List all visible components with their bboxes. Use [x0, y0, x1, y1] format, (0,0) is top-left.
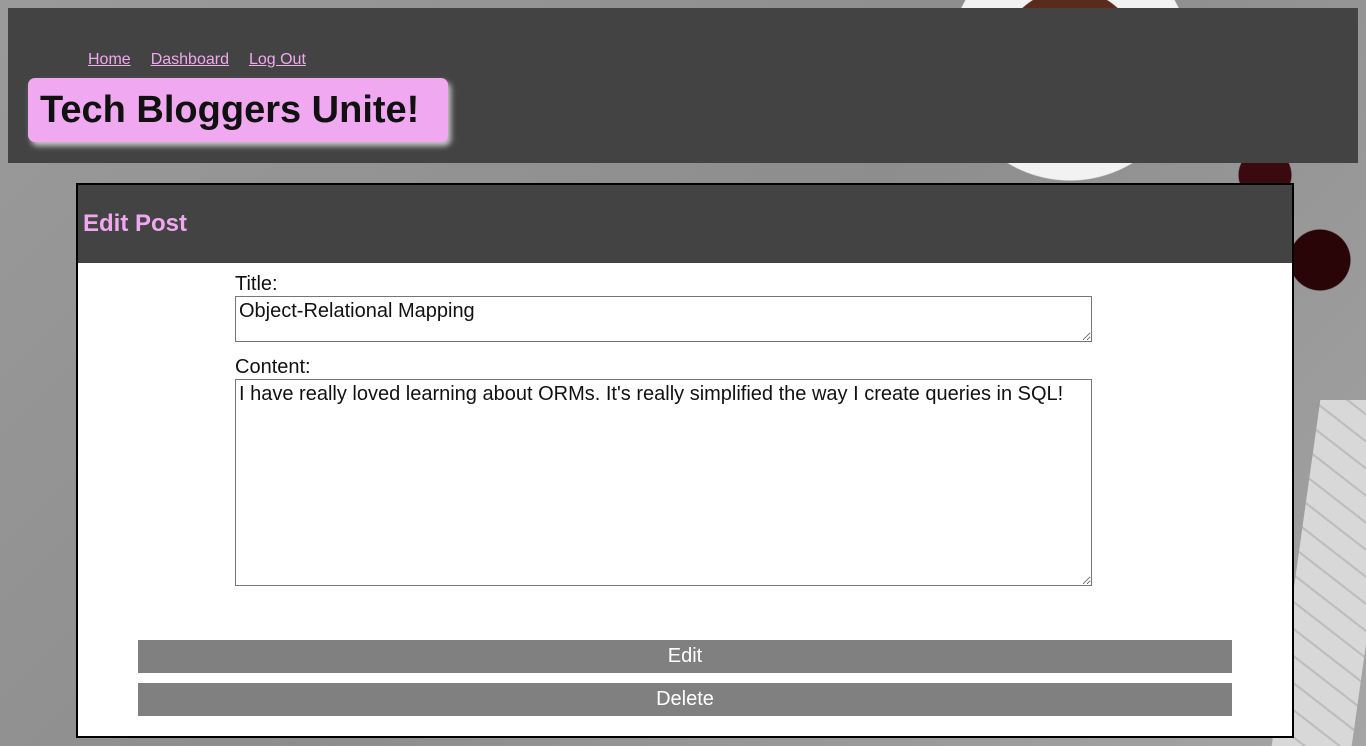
site-header: Home Dashboard Log Out Tech Bloggers Uni…: [8, 8, 1358, 163]
nav-link-home[interactable]: Home: [88, 51, 131, 69]
site-title-badge: Tech Bloggers Unite!: [28, 78, 448, 142]
main-nav: Home Dashboard Log Out: [88, 51, 306, 69]
content-label: Content:: [235, 356, 311, 378]
content-textarea[interactable]: I have really loved learning about ORMs.…: [235, 379, 1092, 586]
card-heading: Edit Post: [83, 210, 188, 237]
edit-button[interactable]: Edit: [138, 640, 1232, 673]
nav-link-logout[interactable]: Log Out: [249, 51, 306, 69]
title-label: Title:: [235, 273, 278, 295]
delete-button[interactable]: Delete: [138, 683, 1232, 716]
nav-link-dashboard[interactable]: Dashboard: [151, 51, 229, 69]
title-input[interactable]: Object-Relational Mapping: [235, 296, 1092, 342]
edit-post-card: Edit Post Title: Object-Relational Mappi…: [76, 183, 1294, 738]
card-header: Edit Post: [78, 185, 1292, 263]
site-title: Tech Bloggers Unite!: [40, 88, 420, 131]
